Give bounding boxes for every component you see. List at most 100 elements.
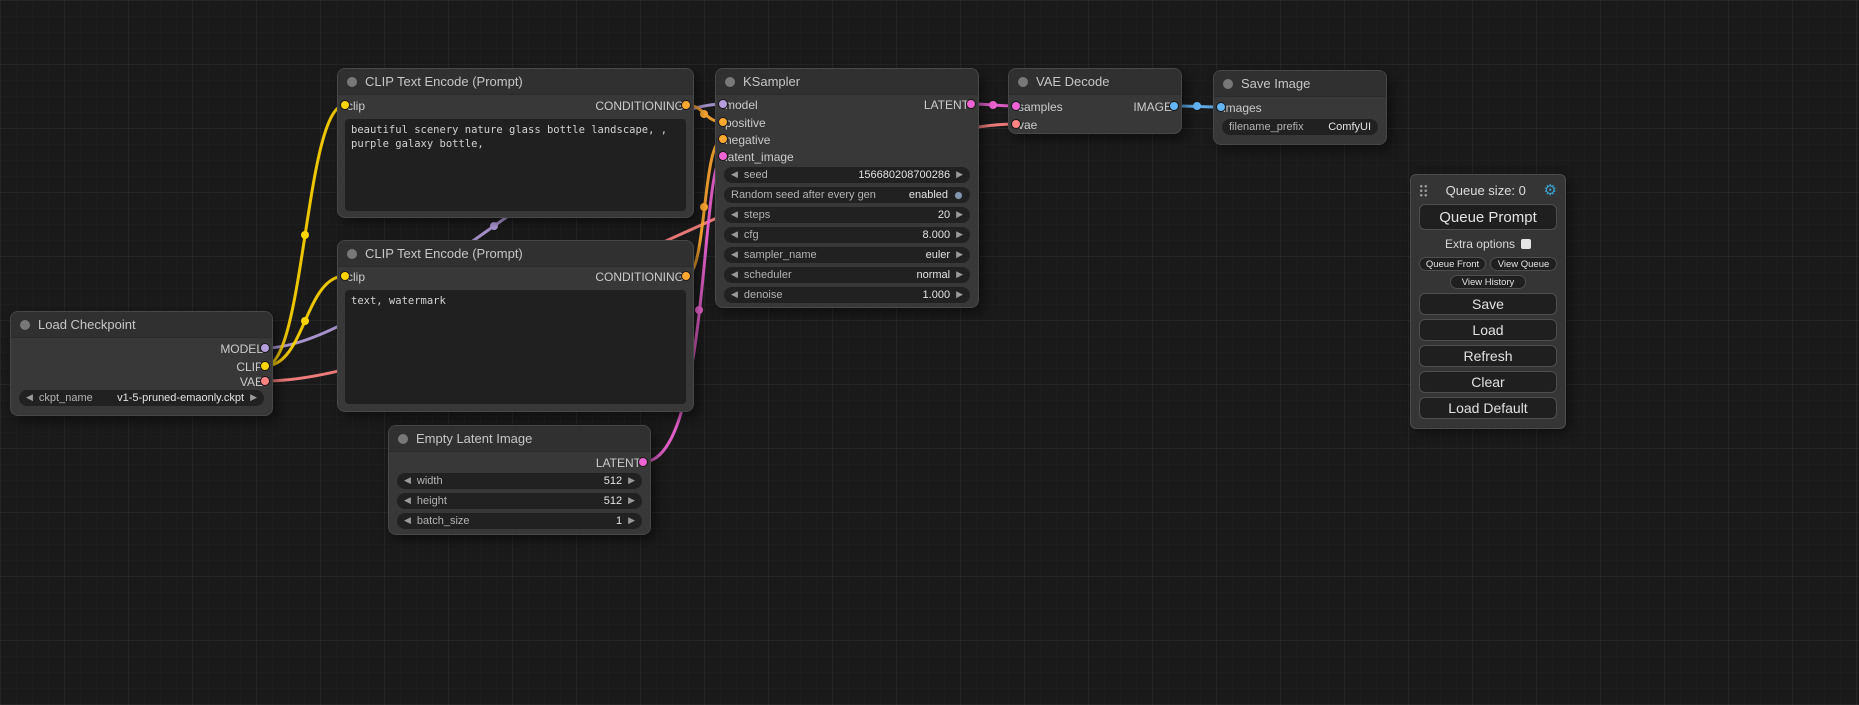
collapse-dot-icon[interactable] <box>398 434 408 444</box>
input-label-samples: samples <box>1018 100 1063 114</box>
input-label-clip: clip <box>347 270 365 284</box>
increment-arrow-icon[interactable]: ▶ <box>628 517 635 526</box>
positive-prompt-textarea[interactable]: beautiful scenery nature glass bottle la… <box>345 119 686 211</box>
wire-midpoint-dot <box>700 203 708 211</box>
decrement-arrow-icon[interactable]: ◀ <box>731 171 738 180</box>
increment-arrow-icon[interactable]: ▶ <box>628 477 635 486</box>
negative-prompt-textarea[interactable]: text, watermark <box>345 290 686 404</box>
sampler-name-widget[interactable]: ◀ sampler_name euler ▶ <box>724 247 970 263</box>
save-button[interactable]: Save <box>1419 293 1557 315</box>
node-title: CLIP Text Encode (Prompt) <box>365 246 523 261</box>
widget-value: 156680208700286 <box>858 169 950 181</box>
collapse-dot-icon[interactable] <box>1018 77 1028 87</box>
queue-front-button[interactable]: Queue Front <box>1419 257 1486 271</box>
seed-widget[interactable]: ◀ seed 156680208700286 ▶ <box>724 167 970 183</box>
widget-value: 512 <box>604 495 622 507</box>
input-label-negative: negative <box>725 133 770 147</box>
steps-widget[interactable]: ◀ steps 20 ▶ <box>724 207 970 223</box>
widget-value: ComfyUI <box>1328 121 1371 133</box>
increment-arrow-icon[interactable]: ▶ <box>956 251 963 260</box>
filename-prefix-widget[interactable]: filename_prefix ComfyUI <box>1222 119 1378 135</box>
node-title: KSampler <box>743 74 800 89</box>
decrement-arrow-icon[interactable]: ◀ <box>26 394 33 403</box>
output-label-latent: LATENT <box>924 98 969 112</box>
wire-midpoint-dot <box>989 101 997 109</box>
node-title-bar[interactable]: Load Checkpoint <box>11 312 272 338</box>
wire-midpoint-dot <box>695 306 703 314</box>
decrement-arrow-icon[interactable]: ◀ <box>404 517 411 526</box>
output-label-latent: LATENT <box>596 456 641 470</box>
queue-prompt-button[interactable]: Queue Prompt <box>1419 204 1557 230</box>
node-save-image[interactable]: Save Image images filename_prefix ComfyU… <box>1213 70 1387 145</box>
collapse-dot-icon[interactable] <box>725 77 735 87</box>
queue-panel-header: Queue size: 0 ⚙ <box>1419 182 1557 198</box>
collapse-dot-icon[interactable] <box>347 249 357 259</box>
cfg-widget[interactable]: ◀ cfg 8.000 ▶ <box>724 227 970 243</box>
increment-arrow-icon[interactable]: ▶ <box>956 211 963 220</box>
wire-midpoint-dot <box>490 222 498 230</box>
denoise-widget[interactable]: ◀ denoise 1.000 ▶ <box>724 287 970 303</box>
collapse-dot-icon[interactable] <box>1223 79 1233 89</box>
increment-arrow-icon[interactable]: ▶ <box>956 271 963 280</box>
decrement-arrow-icon[interactable]: ◀ <box>404 497 411 506</box>
widget-label: width <box>417 475 443 487</box>
widget-label: sampler_name <box>744 249 817 261</box>
clear-button[interactable]: Clear <box>1419 371 1557 393</box>
node-load-checkpoint[interactable]: Load Checkpoint MODEL CLIP VAE ◀ ckpt_na… <box>10 311 273 416</box>
widget-value: 1 <box>616 515 622 527</box>
view-history-button[interactable]: View History <box>1450 275 1526 289</box>
widget-label: ckpt_name <box>39 392 93 404</box>
node-title: Empty Latent Image <box>416 431 532 446</box>
collapse-dot-icon[interactable] <box>347 77 357 87</box>
wire-midpoint-dot <box>301 231 309 239</box>
node-title: CLIP Text Encode (Prompt) <box>365 74 523 89</box>
ckpt-name-widget[interactable]: ◀ ckpt_name v1-5-pruned-emaonly.ckpt ▶ <box>19 390 264 406</box>
decrement-arrow-icon[interactable]: ◀ <box>731 231 738 240</box>
scheduler-widget[interactable]: ◀ scheduler normal ▶ <box>724 267 970 283</box>
drag-handle-icon[interactable] <box>1419 184 1428 197</box>
load-button[interactable]: Load <box>1419 319 1557 341</box>
node-title-bar[interactable]: KSampler <box>716 69 978 95</box>
increment-arrow-icon[interactable]: ▶ <box>956 231 963 240</box>
increment-arrow-icon[interactable]: ▶ <box>628 497 635 506</box>
settings-gear-icon[interactable]: ⚙ <box>1544 183 1557 198</box>
widget-label: steps <box>744 209 770 221</box>
node-title: Load Checkpoint <box>38 317 136 332</box>
node-empty-latent-image[interactable]: Empty Latent Image LATENT ◀ width 512 ▶ … <box>388 425 651 535</box>
decrement-arrow-icon[interactable]: ◀ <box>731 291 738 300</box>
node-title-bar[interactable]: Save Image <box>1214 71 1386 97</box>
random-seed-toggle-widget[interactable]: Random seed after every gen enabled <box>724 187 970 203</box>
width-widget[interactable]: ◀ width 512 ▶ <box>397 473 642 489</box>
widget-label: Random seed after every gen <box>731 189 876 201</box>
collapse-dot-icon[interactable] <box>20 320 30 330</box>
batch-size-widget[interactable]: ◀ batch_size 1 ▶ <box>397 513 642 529</box>
height-widget[interactable]: ◀ height 512 ▶ <box>397 493 642 509</box>
toggle-indicator-icon[interactable] <box>954 191 963 200</box>
output-label-model: MODEL <box>220 342 263 356</box>
queue-panel: Queue size: 0 ⚙ Queue Prompt Extra optio… <box>1410 174 1566 429</box>
decrement-arrow-icon[interactable]: ◀ <box>731 211 738 220</box>
increment-arrow-icon[interactable]: ▶ <box>956 291 963 300</box>
node-vae-decode[interactable]: VAE Decode samples IMAGE vae <box>1008 68 1182 134</box>
node-clip-text-encode-positive[interactable]: CLIP Text Encode (Prompt) clip CONDITION… <box>337 68 694 218</box>
node-ksampler[interactable]: KSampler model LATENT positive negative … <box>715 68 979 308</box>
node-title-bar[interactable]: CLIP Text Encode (Prompt) <box>338 241 693 267</box>
extra-options-checkbox[interactable] <box>1521 239 1531 249</box>
refresh-button[interactable]: Refresh <box>1419 345 1557 367</box>
decrement-arrow-icon[interactable]: ◀ <box>404 477 411 486</box>
increment-arrow-icon[interactable]: ▶ <box>250 394 257 403</box>
decrement-arrow-icon[interactable]: ◀ <box>731 251 738 260</box>
node-title-bar[interactable]: VAE Decode <box>1009 69 1181 95</box>
graph-canvas[interactable]: Load Checkpoint MODEL CLIP VAE ◀ ckpt_na… <box>0 0 1859 705</box>
wire-clip-negative <box>265 276 345 366</box>
node-title-bar[interactable]: CLIP Text Encode (Prompt) <box>338 69 693 95</box>
decrement-arrow-icon[interactable]: ◀ <box>731 271 738 280</box>
node-clip-text-encode-negative[interactable]: CLIP Text Encode (Prompt) clip CONDITION… <box>337 240 694 412</box>
node-title-bar[interactable]: Empty Latent Image <box>389 426 650 452</box>
queue-size-label: Queue size: 0 <box>1434 183 1538 198</box>
load-default-button[interactable]: Load Default <box>1419 397 1557 419</box>
widget-label: seed <box>744 169 768 181</box>
increment-arrow-icon[interactable]: ▶ <box>956 171 963 180</box>
view-queue-button[interactable]: View Queue <box>1490 257 1557 271</box>
widget-value: 20 <box>938 209 950 221</box>
